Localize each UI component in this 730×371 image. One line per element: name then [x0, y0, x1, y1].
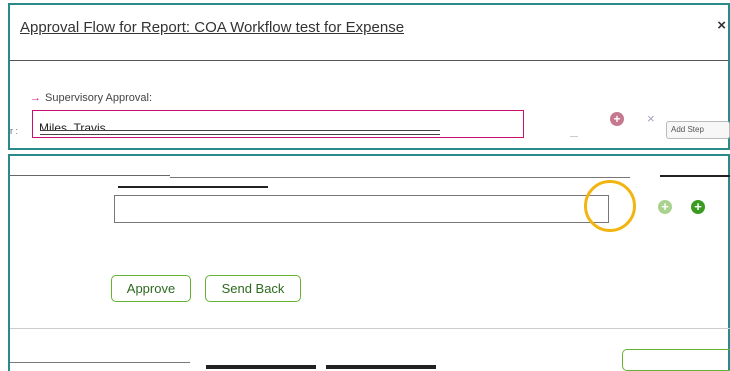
approver-input[interactable]: [114, 195, 609, 223]
add-step-button[interactable]: Add Step: [666, 121, 730, 139]
footer-divider: [10, 328, 730, 329]
header-divider: [170, 177, 630, 178]
overlay-strip: [40, 130, 440, 135]
footer-fragment-line: [10, 362, 190, 363]
remove-approver-icon[interactable]: ×: [647, 111, 655, 126]
supervisory-approval-label: → Supervisory Approval:: [30, 92, 152, 104]
close-icon[interactable]: ×: [717, 17, 726, 34]
approve-button[interactable]: Approve: [111, 275, 191, 302]
header-fragment-line: [10, 175, 170, 176]
header-right-fragment: [660, 175, 730, 177]
approval-flow-dialog-bottom: + + Approve Send Back: [8, 154, 730, 371]
arrow-right-icon: →: [30, 92, 41, 104]
footer-action-button[interactable]: [622, 349, 730, 371]
tick-mark: [570, 136, 578, 137]
approver-label-strike: [118, 186, 268, 188]
add-circle-icon[interactable]: +: [691, 200, 705, 214]
dialog-title: Approval Flow for Report: COA Workflow t…: [20, 19, 405, 36]
footer-dark-block-2: [326, 365, 436, 369]
send-back-button[interactable]: Send Back: [205, 275, 301, 302]
add-approver-icon[interactable]: +: [610, 112, 624, 126]
add-circle-light-icon[interactable]: +: [658, 200, 672, 214]
footer-dark-block-1: [206, 365, 316, 369]
highlight-annotation: [584, 180, 636, 232]
title-divider: [10, 60, 728, 61]
cut-label-fragment: r :: [10, 126, 18, 136]
supervisory-approval-text: Supervisory Approval:: [45, 92, 152, 104]
approval-flow-dialog-top: Approval Flow for Report: COA Workflow t…: [8, 3, 730, 150]
